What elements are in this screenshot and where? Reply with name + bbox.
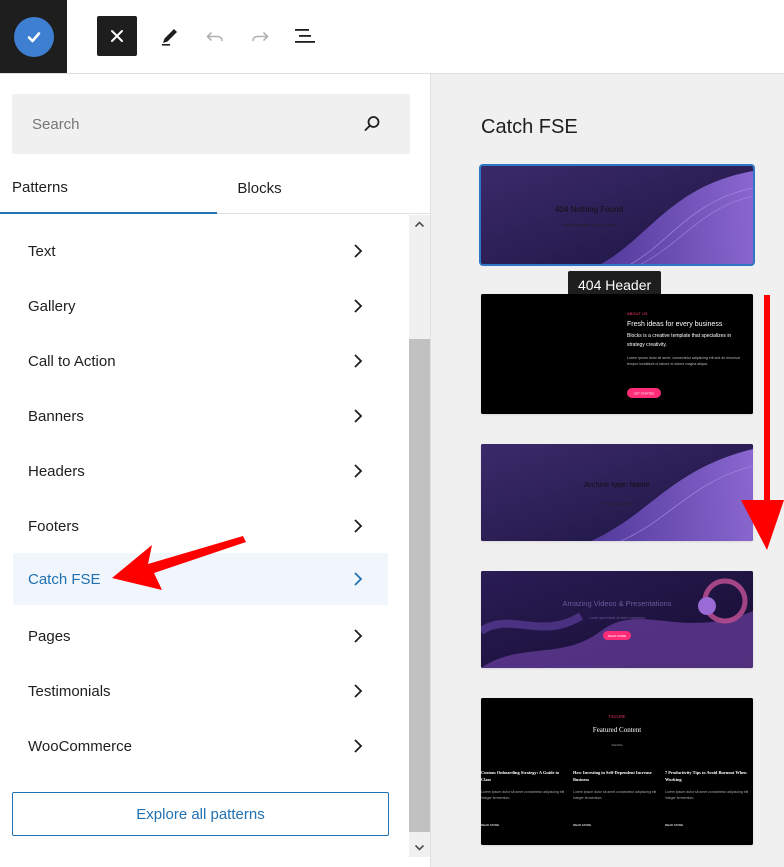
- category-label: Call to Action: [28, 352, 116, 370]
- chevron-right-icon: [354, 354, 363, 368]
- category-item-pages[interactable]: Pages: [13, 610, 388, 662]
- column-body: Lorem ipsum dolor sit amet consectetur a…: [665, 790, 749, 800]
- search-box: [12, 94, 410, 154]
- column-link: READ MORE: [573, 823, 591, 827]
- card-subheading: Sorry! this page could be found: [563, 223, 616, 227]
- category-label: Headers: [28, 462, 85, 480]
- card-kicker: TAGLINE: [608, 714, 626, 719]
- chevron-right-icon: [354, 464, 363, 478]
- category-item-text[interactable]: Text: [13, 225, 388, 277]
- category-item-call-to-action[interactable]: Call to Action: [13, 335, 388, 387]
- column-body: Lorem ipsum dolor sit amet consectetur a…: [481, 790, 565, 800]
- card-heading: Featured Content: [593, 726, 641, 734]
- inserter-tabs: Patterns Blocks: [0, 162, 430, 214]
- pattern-card-about[interactable]: ABOUT US Fresh ideas for every business …: [481, 294, 753, 414]
- category-label: Gallery: [28, 297, 76, 315]
- card-subheading: Lorem ipsum dolor sit amet consectetur: [589, 616, 646, 620]
- close-inserter-button[interactable]: [97, 16, 137, 56]
- scrollbar-thumb[interactable]: [409, 339, 430, 832]
- category-label: WooCommerce: [28, 737, 132, 755]
- search-input[interactable]: [12, 94, 352, 154]
- list-view-button[interactable]: [289, 20, 321, 52]
- search-icon[interactable]: [362, 114, 382, 134]
- category-item-testimonials[interactable]: Testimonials: [13, 665, 388, 717]
- category-label: Catch FSE: [28, 570, 101, 588]
- category-item-woocommerce[interactable]: WooCommerce: [13, 720, 388, 772]
- card-kicker: ABOUT US: [627, 311, 648, 316]
- chevron-right-icon: [354, 519, 363, 533]
- category-list-scrollbar[interactable]: [409, 215, 430, 857]
- scroll-down-icon[interactable]: [414, 842, 425, 853]
- card-subheading: Posts description: [603, 502, 632, 506]
- category-label: Pages: [28, 627, 71, 645]
- chevron-right-icon: [354, 572, 363, 586]
- category-label: Banners: [28, 407, 84, 425]
- pattern-card-videos[interactable]: Amazing Videos & Presentations Lorem ips…: [481, 571, 753, 668]
- chevron-right-icon: [354, 739, 363, 753]
- redo-button[interactable]: [244, 20, 276, 52]
- chevron-right-icon: [354, 409, 363, 423]
- column-body: Lorem ipsum dolor sit amet consectetur a…: [573, 790, 657, 800]
- card-subheading: Subtitle: [612, 743, 623, 747]
- card-heading: 404 Nothing Found: [555, 205, 623, 214]
- card-heading: Fresh ideas for every business: [627, 321, 723, 328]
- column-title: Custom Onboarding Strategy: A Guide to C…: [481, 770, 560, 782]
- category-item-footers[interactable]: Footers: [13, 500, 388, 552]
- undo-button[interactable]: [199, 20, 231, 52]
- category-item-banners[interactable]: Banners: [13, 390, 388, 442]
- column-link: READ MORE: [481, 823, 499, 827]
- card-button-label: GET STARTED: [634, 392, 656, 396]
- pencil-icon: [162, 29, 177, 46]
- tools-button[interactable]: [154, 20, 186, 52]
- tab-blocks[interactable]: Blocks: [217, 162, 302, 214]
- scroll-up-icon[interactable]: [414, 219, 425, 230]
- preview-category-title: Catch FSE: [481, 116, 578, 138]
- column-title: 7 Productivity Tips to Avoid Burnout Whe…: [665, 770, 747, 782]
- card-button-label: READ MORE: [608, 634, 626, 638]
- card-subheading: Blocks is a creative template that speci…: [627, 333, 732, 348]
- category-label: Footers: [28, 517, 79, 535]
- category-label: Testimonials: [28, 682, 111, 700]
- undo-icon: [206, 32, 223, 42]
- chevron-right-icon: [354, 629, 363, 643]
- category-item-headers[interactable]: Headers: [13, 445, 388, 497]
- check-icon: [13, 16, 54, 57]
- pattern-card-archive[interactable]: Archive type: Name Posts description: [481, 444, 753, 541]
- block-inserter-panel: Patterns Blocks Text Gallery Call to Act…: [0, 74, 431, 867]
- list-view-icon: [295, 29, 315, 43]
- chevron-right-icon: [354, 244, 363, 258]
- column-title: How Investing in Self-Dependent Increase…: [573, 770, 652, 782]
- pattern-card-featured-content[interactable]: TAGLINE Featured Content Subtitle Custom…: [481, 698, 753, 845]
- site-icon-button[interactable]: [0, 0, 67, 73]
- pattern-category-list: Text Gallery Call to Action Banners Head…: [0, 215, 409, 855]
- pattern-preview-panel: Catch FSE 404 Nothing Found Sorry! this …: [431, 74, 784, 867]
- card-body: Lorem ipsum dolor sit amet, consectetur …: [627, 356, 740, 366]
- tab-patterns[interactable]: Patterns: [0, 162, 217, 214]
- card-heading: Archive type: Name: [584, 480, 649, 489]
- card-heading: Amazing Videos & Presentations: [562, 599, 671, 608]
- editor-toolbar: [0, 0, 784, 74]
- close-icon: [111, 30, 123, 42]
- category-item-gallery[interactable]: Gallery: [13, 280, 388, 332]
- redo-icon: [252, 32, 269, 42]
- explore-all-patterns-button[interactable]: Explore all patterns: [12, 792, 389, 836]
- column-link: READ MORE: [665, 823, 683, 827]
- category-label: Text: [28, 242, 56, 260]
- chevron-right-icon: [354, 684, 363, 698]
- pattern-card-404[interactable]: 404 Nothing Found Sorry! this page could…: [479, 164, 755, 266]
- category-item-catch-fse[interactable]: Catch FSE: [13, 553, 388, 605]
- chevron-right-icon: [354, 299, 363, 313]
